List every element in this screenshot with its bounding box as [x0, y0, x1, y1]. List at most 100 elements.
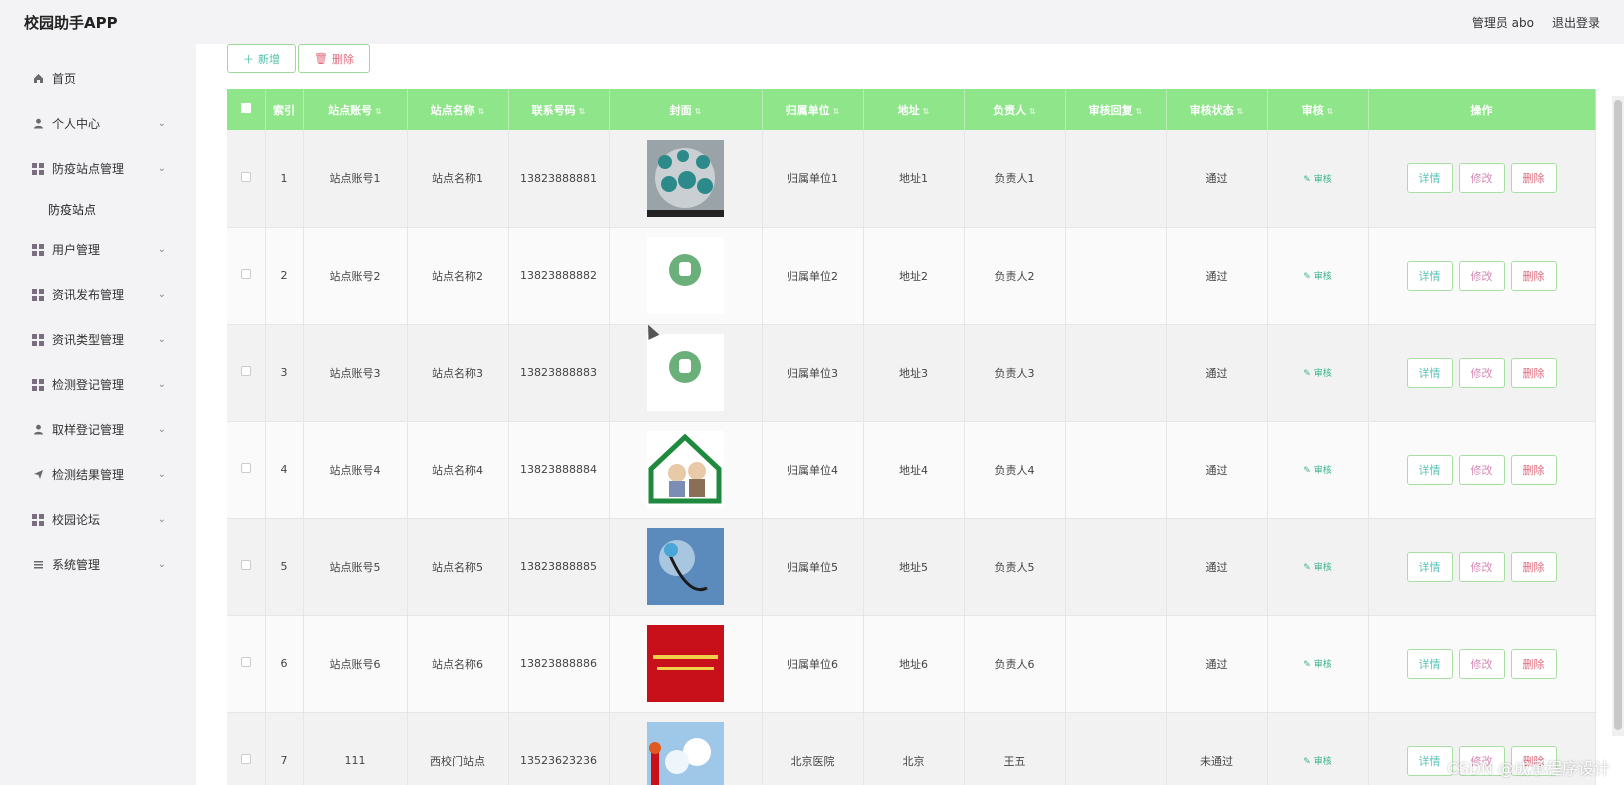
sidebar-item-profile[interactable]: 个人中心 ⌄: [0, 101, 196, 146]
edit-button[interactable]: 修改: [1458, 551, 1505, 582]
row-select-cell[interactable]: [227, 324, 266, 422]
detail-button[interactable]: 详情: [1406, 163, 1453, 194]
row-select-cell[interactable]: [227, 421, 266, 519]
sidebar-item-news-type[interactable]: 资讯类型管理 ⌄: [0, 317, 196, 362]
sidebar-item-news-publish[interactable]: 资讯发布管理 ⌄: [0, 272, 196, 317]
review-link[interactable]: ✎ 审核: [1303, 175, 1331, 185]
sort-icon[interactable]: ⇅: [833, 107, 840, 116]
sidebar-item-label: 用户管理: [52, 243, 101, 257]
detail-button[interactable]: 详情: [1406, 745, 1453, 776]
sidebar-item-test-register[interactable]: 检测登记管理 ⌄: [0, 362, 196, 407]
sidebar-item-station-management[interactable]: 防疫站点管理 ⌄: [0, 146, 196, 191]
row-select-cell[interactable]: [227, 227, 266, 325]
detail-button[interactable]: 详情: [1406, 357, 1453, 388]
column-header[interactable]: 站点名称 ⇅: [407, 89, 509, 130]
edit-button[interactable]: 修改: [1458, 454, 1505, 485]
sidebar-item-forum[interactable]: 校园论坛 ⌄: [0, 497, 196, 542]
select-all-cell[interactable]: [227, 89, 266, 130]
review-link[interactable]: ✎ 审核: [1303, 272, 1331, 282]
sort-icon[interactable]: ⇅: [478, 107, 485, 116]
logout-link[interactable]: 退出登录: [1552, 14, 1600, 31]
review-link[interactable]: ✎ 审核: [1303, 660, 1331, 670]
sort-icon[interactable]: ⇅: [375, 107, 382, 116]
sidebar-item-users[interactable]: 用户管理 ⌄: [0, 227, 196, 272]
chevron-down-icon: ⌄: [157, 379, 166, 390]
column-header[interactable]: 审核 ⇅: [1267, 89, 1369, 130]
sort-icon[interactable]: ⇅: [695, 107, 702, 116]
cover-image: [647, 722, 724, 785]
row-select-cell[interactable]: [227, 712, 266, 785]
reply-cell: [1065, 518, 1167, 616]
index-cell: 1: [265, 130, 304, 228]
phone-cell: 13823888886: [508, 615, 610, 713]
owner-cell: 负责人6: [964, 615, 1066, 713]
edit-button[interactable]: 修改: [1458, 163, 1505, 194]
sidebar-subitem-station[interactable]: 防疫站点: [0, 191, 196, 227]
row-checkbox[interactable]: [240, 657, 251, 667]
phone-cell: 13823888884: [508, 421, 610, 519]
sidebar-item-label: 防疫站点管理: [52, 162, 125, 176]
ops-cell: 详情 修改 删除: [1368, 421, 1596, 519]
column-header[interactable]: 审核状态 ⇅: [1166, 89, 1268, 130]
row-select-cell[interactable]: [227, 518, 266, 616]
delete-button[interactable]: 删除: [1510, 648, 1557, 679]
edit-button[interactable]: 修改: [1458, 648, 1505, 679]
detail-button[interactable]: 详情: [1406, 454, 1453, 485]
row-checkbox[interactable]: [240, 463, 251, 473]
sort-icon[interactable]: ⇅: [579, 107, 586, 116]
delete-button[interactable]: 删除: [1510, 357, 1557, 388]
phone-cell: 13823888882: [508, 227, 610, 325]
row-select-cell[interactable]: [227, 615, 266, 713]
index-cell: 4: [265, 421, 304, 519]
review-link[interactable]: ✎ 审核: [1303, 563, 1331, 573]
vertical-scrollbar[interactable]: [1612, 96, 1624, 736]
row-select-cell[interactable]: [227, 130, 266, 228]
column-header[interactable]: 站点账号 ⇅: [303, 89, 408, 130]
delete-button[interactable]: 删除: [1510, 163, 1557, 194]
sidebar-item-test-result[interactable]: 检测结果管理 ⌄: [0, 452, 196, 497]
row-checkbox[interactable]: [240, 754, 251, 764]
review-link[interactable]: ✎ 审核: [1303, 466, 1331, 476]
select-all-checkbox[interactable]: [240, 103, 251, 113]
column-header[interactable]: 审核回复 ⇅: [1065, 89, 1167, 130]
edit-button[interactable]: 修改: [1458, 260, 1505, 291]
detail-button[interactable]: 详情: [1406, 551, 1453, 582]
review-link[interactable]: ✎ 审核: [1303, 757, 1331, 767]
add-button[interactable]: ＋ 新增: [227, 44, 296, 73]
detail-button[interactable]: 详情: [1406, 260, 1453, 291]
unit-cell: 归属单位5: [762, 518, 864, 616]
row-checkbox[interactable]: [240, 269, 251, 279]
row-checkbox[interactable]: [240, 366, 251, 376]
cover-image: [647, 139, 724, 217]
review-link[interactable]: ✎ 审核: [1303, 369, 1331, 379]
sidebar-item-label: 取样登记管理: [52, 423, 125, 437]
scrollbar-thumb[interactable]: [1614, 100, 1622, 730]
top-header: 校园助手APP 管理员 abo 退出登录: [0, 0, 1624, 44]
sort-icon[interactable]: ⇅: [923, 107, 930, 116]
phone-cell: 13823888885: [508, 518, 610, 616]
delete-button[interactable]: 删除: [1510, 551, 1557, 582]
column-header[interactable]: 地址 ⇅: [863, 89, 965, 130]
sort-icon[interactable]: ⇅: [1029, 107, 1036, 116]
column-header[interactable]: 负责人 ⇅: [964, 89, 1066, 130]
sort-icon[interactable]: ⇅: [1136, 107, 1143, 116]
edit-icon: ✎: [1303, 369, 1314, 379]
column-header[interactable]: 联系号码 ⇅: [508, 89, 610, 130]
detail-button[interactable]: 详情: [1406, 648, 1453, 679]
edit-button[interactable]: 修改: [1458, 357, 1505, 388]
column-header[interactable]: 封面 ⇅: [609, 89, 763, 130]
sidebar-item-system[interactable]: 系统管理 ⌄: [0, 542, 196, 587]
sort-icon[interactable]: ⇅: [1237, 107, 1244, 116]
sidebar-item-sample-register[interactable]: 取样登记管理 ⌄: [0, 407, 196, 452]
sidebar-item-home[interactable]: 首页: [0, 56, 196, 101]
batch-delete-button[interactable]: 🗑 删除: [298, 44, 370, 73]
table-row: 2 站点账号2 站点名称2 13823888882 归属单位2 地址2 负责人2 通过 ✎ 审核…: [227, 227, 1596, 325]
delete-button[interactable]: 删除: [1510, 454, 1557, 485]
sort-icon[interactable]: ⇅: [1327, 107, 1334, 116]
delete-button[interactable]: 删除: [1510, 260, 1557, 291]
column-header[interactable]: 归属单位 ⇅: [762, 89, 864, 130]
row-checkbox[interactable]: [240, 171, 251, 182]
row-checkbox[interactable]: [240, 560, 251, 570]
account-cell: 站点账号6: [303, 615, 408, 713]
phone-cell: 13823888881: [508, 130, 610, 228]
